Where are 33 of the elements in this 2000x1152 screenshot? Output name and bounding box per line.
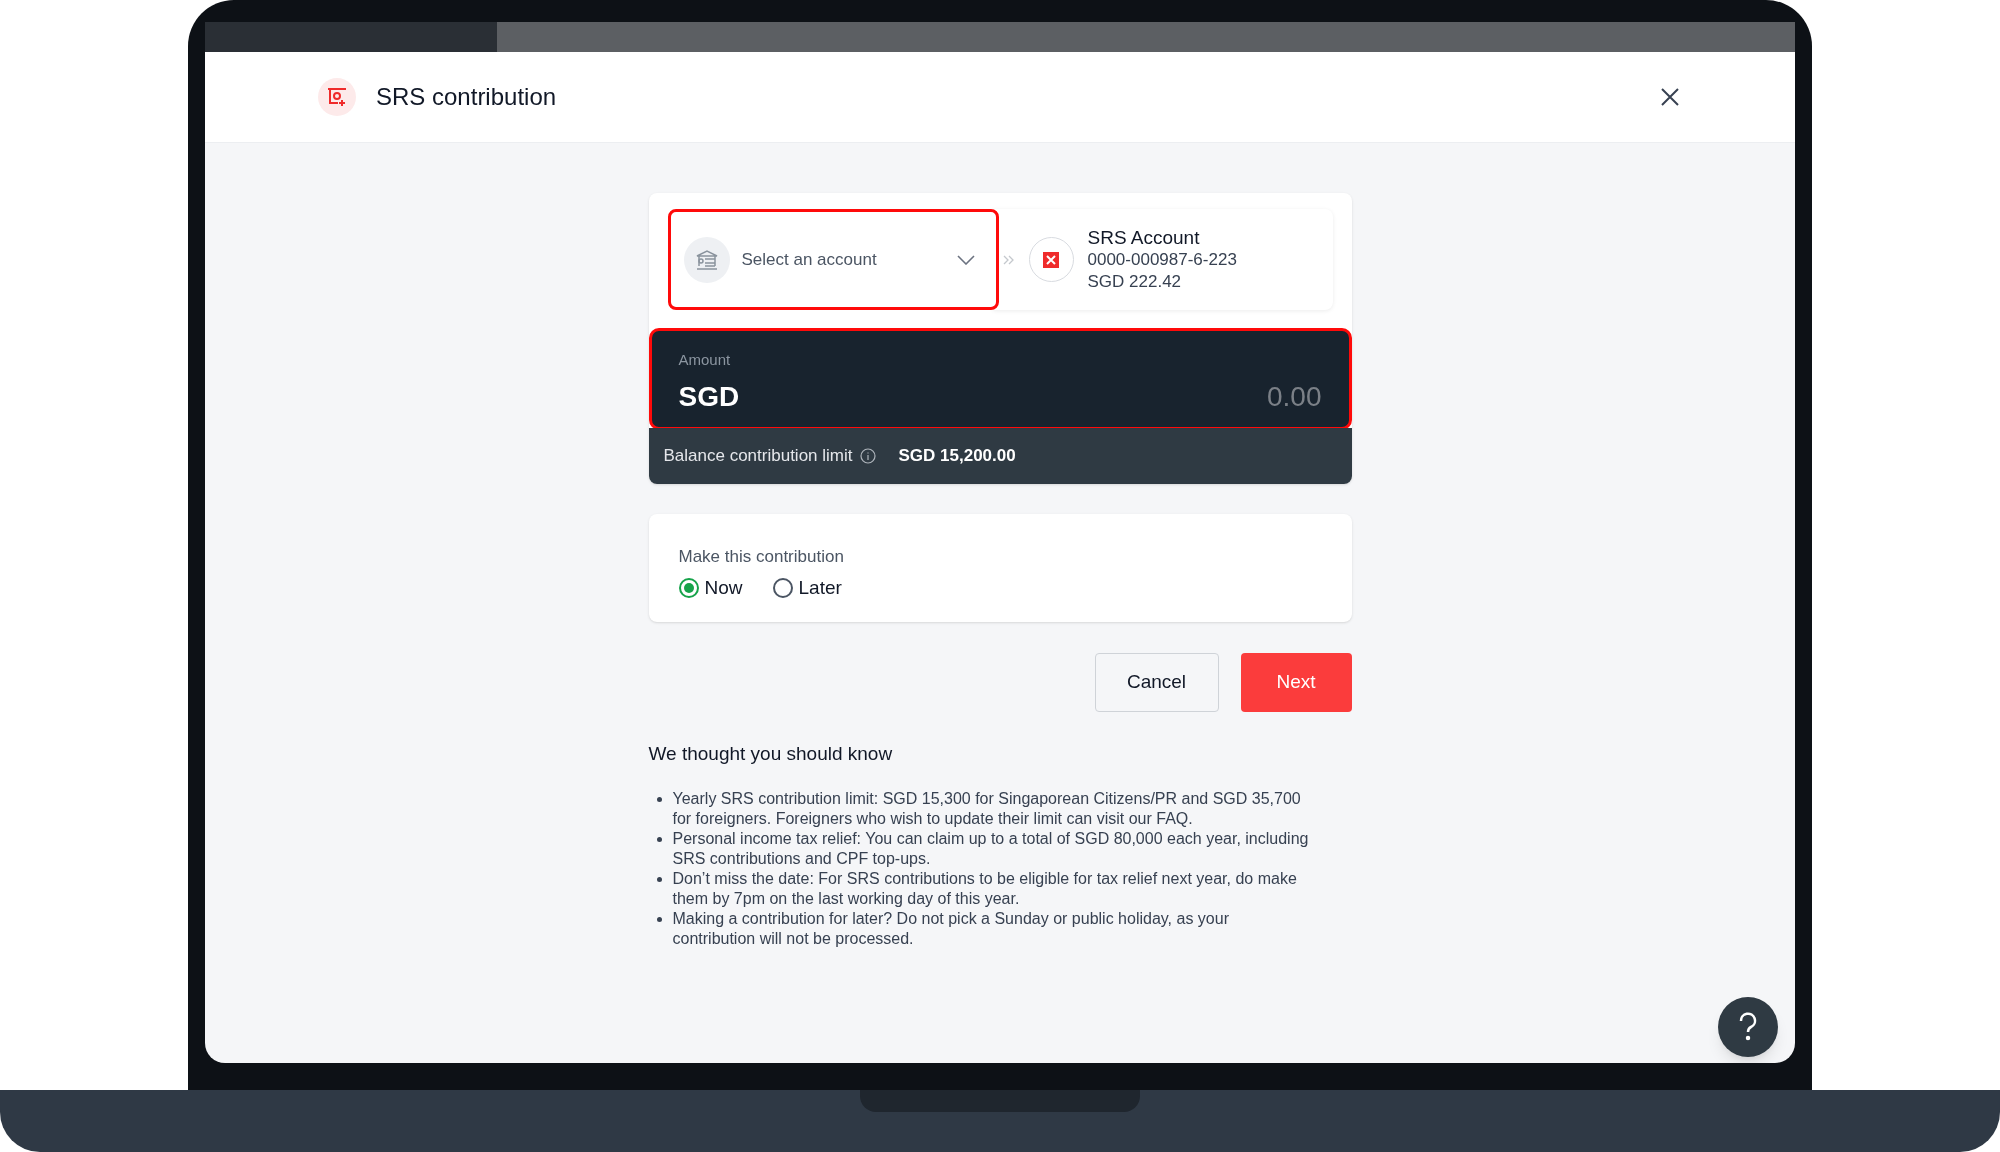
account-number: 0000-000987-6-223 [1087,248,1237,271]
account-balance: SGD 222.42 [1087,270,1183,293]
cancel-button[interactable]: Cancel [1094,653,1219,712]
question-mark-icon [1737,1012,1759,1042]
srs-icon [318,78,356,116]
chevron-down-icon [956,254,975,265]
select-placeholder: Select an account [741,248,877,271]
radio-option[interactable]: Now [678,573,743,602]
note-text: Making a contribution for later? Do not pick a Sunday or public holiday, as your contribution will not be processed. [672,908,1230,949]
next-button[interactable]: Next [1240,653,1352,712]
bullet-icon [656,876,662,882]
help-button[interactable] [1718,997,1778,1057]
note-text: Yearly SRS contribution limit: SGD 15,300 for Singaporean Citizens/PR and SGD 35,700 for foreigners. Foreigners who wish to update their limit can visit our FAQ. [672,788,1302,829]
account-name: SRS Account [1087,226,1201,249]
info-icon[interactable] [860,448,877,464]
limit-label: Balance contribution limit [663,445,853,468]
bullet-icon [656,836,662,842]
window-title: SRS contribution [376,82,557,112]
currency-label: SGD [678,379,740,414]
bullet-icon [656,916,662,922]
double-chevron-icon [1002,254,1015,265]
account-select[interactable]: Select an account [667,209,999,310]
radio-button[interactable] [678,577,699,598]
amount-input[interactable]: 0.00 [1121,375,1322,418]
radio-button[interactable] [772,577,793,598]
notes-heading: We thought you should know [648,742,894,766]
bullet-icon [656,796,662,802]
amount-label: Amount [678,350,732,370]
note-text: Personal income tax relief: You can claim up to a total of SGD 80,000 each year, including SRS contributions and CPF top-ups. [672,828,1310,869]
note-text: Don’t miss the date: For SRS contributions to be eligible for tax relief next year, do make them by 7pm on the last working day of this year. [672,868,1298,909]
radio-option[interactable]: Later [772,573,842,602]
limit-value: SGD 15,200.00 [898,445,1016,468]
schedule-label: Make this contribution [678,546,845,568]
